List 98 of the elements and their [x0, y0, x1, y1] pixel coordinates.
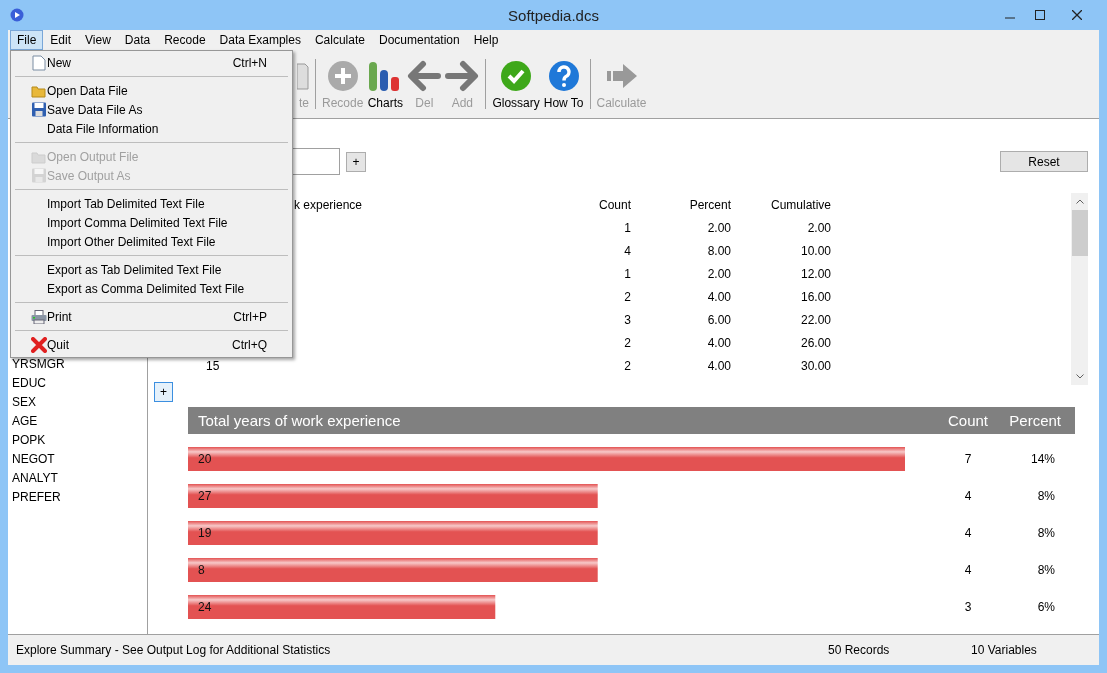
column-header: Percent [689, 197, 731, 212]
table-cell-text: 2.00 [706, 220, 731, 235]
count-value: 3 [964, 600, 972, 614]
left-arrow-icon [407, 60, 442, 92]
percent-value: 8% [1037, 526, 1055, 540]
menu-item[interactable]: Help [466, 30, 506, 50]
percent-value: 8% [1037, 489, 1055, 503]
toolbar-button[interactable]: How To [543, 58, 584, 110]
variable-item[interactable]: NEGOT [8, 450, 147, 469]
toolbar-button[interactable]: Glossary [492, 58, 540, 110]
checkmark-circle-icon [500, 60, 533, 92]
menu-entry[interactable]: Import Tab Delimited Text File [13, 194, 290, 213]
maximize-icon[interactable] [1035, 10, 1045, 20]
variable-item[interactable]: AGE [8, 412, 147, 431]
menu-item[interactable]: Documentation [371, 30, 467, 50]
folder-icon [31, 149, 47, 164]
table-cell-text: 26.00 [799, 335, 831, 350]
table-cell-text: 3 [623, 312, 631, 327]
cross-icon [31, 336, 47, 353]
bar-label: 24 [198, 600, 212, 614]
scrollbar-thumb[interactable] [1071, 210, 1088, 256]
table-cell-text: 4.00 [706, 289, 731, 304]
table-cell-text: 6.00 [706, 312, 731, 327]
plus-circle-icon [326, 60, 359, 92]
menu-item[interactable]: Calculate [307, 30, 372, 50]
window-title: Softpedia.dcs [508, 6, 599, 24]
column-header: Count [947, 412, 989, 429]
table-cell-text: 2 [623, 358, 631, 373]
table-cell-text: 15 [205, 358, 221, 373]
percent-value: 8% [1037, 563, 1055, 577]
table-cell-text: 4.00 [706, 358, 731, 373]
column-header: Count [598, 197, 631, 212]
menu-entry[interactable]: Import Comma Delimited Text File [13, 213, 290, 232]
column-header: Percent [1008, 412, 1062, 429]
variable-item[interactable]: YRSMGR [8, 355, 147, 374]
records-count: 50 Records [828, 643, 891, 657]
right-arrow-icon [445, 60, 480, 92]
table-cell-text: 4.00 [706, 335, 731, 350]
menu-item[interactable]: Data Examples [212, 30, 308, 50]
menu-entry[interactable]: Print Ctrl+P [13, 307, 290, 326]
table-cell-text: 1 [623, 220, 631, 235]
menu-entry[interactable]: Open Data File [13, 81, 290, 100]
percent-value: 6% [1037, 600, 1055, 614]
scrollbar[interactable] [1071, 193, 1088, 385]
menu-entry[interactable]: Import Other Delimited Text File [13, 232, 290, 251]
menu-entry[interactable]: Save Data File As [13, 100, 290, 119]
add-button[interactable]: + [154, 382, 173, 402]
variable-item[interactable]: SEX [8, 393, 147, 412]
status-message: Explore Summary - See Output Log for Additional Statistics [16, 643, 331, 657]
variable-item[interactable]: POPK [8, 431, 147, 450]
bar-label: 19 [198, 526, 212, 540]
close-icon[interactable] [1072, 10, 1082, 20]
summary-title: Total years of work experience [197, 412, 402, 429]
variable-item[interactable]: PREFER [8, 488, 147, 507]
bar-label: 8 [198, 563, 205, 577]
menu-item[interactable]: Data [117, 30, 158, 50]
bar-label: 20 [198, 452, 212, 466]
table-cell-text: 30.00 [799, 358, 831, 373]
folder-icon [31, 83, 47, 98]
table-cell-text: 22.00 [799, 312, 831, 327]
count-value: 4 [964, 563, 972, 577]
menu-entry[interactable]: Quit Ctrl+Q [13, 335, 290, 354]
column-header: k experience [294, 197, 363, 212]
table-cell-text: 2.00 [706, 266, 731, 281]
table-cell-text: 2 [623, 289, 631, 304]
menu-entry[interactable]: Export as Comma Delimited Text File [13, 279, 290, 298]
document-icon [31, 54, 47, 71]
table-cell-text: 16.00 [799, 289, 831, 304]
menu-item[interactable]: Recode [157, 30, 213, 50]
toolbar-button[interactable]: Charts [367, 58, 404, 110]
count-value: 7 [964, 452, 972, 466]
bar-label: 27 [198, 489, 212, 503]
variable-item[interactable]: EDUC [8, 374, 147, 393]
app-icon [10, 8, 24, 22]
variables-count: 10 Variables [971, 643, 1038, 657]
document-icon [297, 62, 309, 92]
count-value: 4 [964, 526, 972, 540]
variable-item[interactable]: ANALYT [8, 469, 147, 488]
menu-entry[interactable]: New Ctrl+N [13, 53, 290, 72]
reset-button[interactable]: Reset [1000, 151, 1088, 172]
table-cell-text: 2 [623, 335, 631, 350]
menu-item[interactable]: View [78, 30, 118, 50]
add-button[interactable]: + [346, 151, 366, 172]
menu-item[interactable]: File [10, 30, 44, 50]
menu-entry[interactable]: Export as Tab Delimited Text File [13, 260, 290, 279]
table-cell-text: 2.00 [806, 220, 831, 235]
table-cell-text: 4 [623, 243, 631, 258]
menu-entry[interactable]: Data File Information [13, 119, 290, 138]
table-cell-text: 12.00 [799, 266, 831, 281]
printer-icon [31, 309, 47, 324]
menu-item[interactable]: Edit [43, 30, 79, 50]
column-header: Cumulative [770, 197, 831, 212]
table-cell-text: 8.00 [706, 243, 731, 258]
help-icon [547, 60, 580, 92]
table-cell-text: 10.00 [799, 243, 831, 258]
percent-value: 14% [1030, 452, 1055, 466]
table-cell-text: 1 [623, 266, 631, 281]
count-value: 4 [964, 489, 972, 503]
